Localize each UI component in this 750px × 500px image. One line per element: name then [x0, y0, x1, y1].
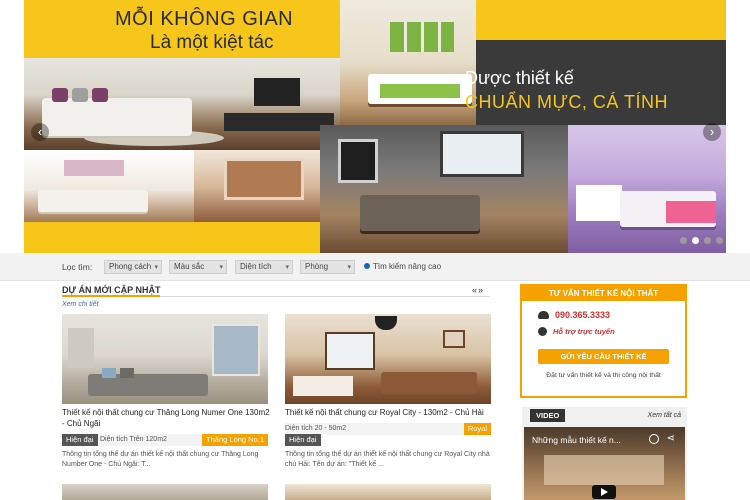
style-badge[interactable]: Hiện đại [285, 434, 321, 446]
advanced-search-link[interactable]: Tìm kiếm nâng cao [364, 262, 441, 271]
slider-dots [680, 237, 723, 244]
filter-select-room[interactable]: Phòng ▾ [300, 260, 355, 274]
hero-accent-strip [476, 0, 726, 40]
filter-select-style[interactable]: Phong cách ▾ [104, 260, 162, 274]
slider-dot[interactable] [716, 237, 723, 244]
project-card[interactable]: Thiết kế nội thất chung cư Royal City - … [285, 314, 491, 474]
consult-title: TƯ VẤN THIẾT KẾ NỘI THẤT [522, 286, 685, 301]
project-meta: Hiện đại Diện tích Trên 120m2 Thăng Long… [62, 434, 268, 446]
filter-label: Lọc tìm: [62, 262, 93, 272]
style-badge[interactable]: Hiện đại [62, 434, 98, 446]
project-title[interactable]: Thiết kế nội thất chung cư Thăng Long Nu… [62, 407, 272, 429]
area-text: Diện tích Trên 120m2 [100, 436, 167, 443]
project-title[interactable]: Thiết kế nội thất chung cư Royal City - … [285, 407, 495, 418]
project-thumbnail-next[interactable] [285, 484, 491, 500]
project-card[interactable]: Thiết kế nội thất chung cư Thăng Long Nu… [62, 314, 270, 474]
caret-down-icon: ▾ [285, 264, 289, 271]
hero-photo-living-white [24, 150, 194, 222]
hero-tagline: Được thiết kế [465, 68, 574, 88]
video-box: VIDEO Xem tất cả Những mẫu thiết kế n...… [522, 407, 687, 500]
caret-down-icon: ▾ [347, 264, 351, 271]
bullet-icon [364, 263, 370, 269]
filter-select-value: Phong cách [109, 262, 152, 271]
phone-icon [538, 311, 549, 319]
project-badge[interactable]: Thăng Long No.1 [202, 434, 268, 446]
chevron-left-icon[interactable]: ‹ [31, 123, 49, 141]
project-thumbnail[interactable] [62, 314, 268, 404]
hero-slider[interactable] [24, 0, 726, 253]
hero-subheadline: Là một kiệt tác [150, 32, 274, 53]
support-label[interactable]: Hỗ trợ trực tuyến [553, 327, 615, 336]
hero-tagline-highlight: CHUẨN MỰC, CÁ TÍNH [465, 92, 669, 112]
hero-photo-bedroom-purple [568, 125, 726, 253]
filter-select-value: Màu sắc [174, 262, 205, 271]
filter-select-value: Phòng [305, 262, 329, 271]
project-description: Thông tin tổng thể dự án thiết kế nội th… [285, 451, 490, 468]
caret-down-icon: ▾ [154, 264, 158, 271]
section-divider-accent [62, 295, 160, 297]
filter-bar: Lọc tìm: Phong cách ▾ Màu sắc ▾ Diện tíc… [0, 253, 750, 281]
skype-icon [538, 327, 547, 336]
request-design-button[interactable]: GỬI YÊU CẦU THIẾT KẾ [538, 349, 669, 364]
video-view-all-link[interactable]: Xem tất cả [648, 412, 681, 419]
project-thumbnail-next[interactable] [62, 484, 268, 500]
hero-photo-living-room [24, 58, 340, 150]
slider-dot[interactable] [704, 237, 711, 244]
chevron-right-icon[interactable]: › [703, 123, 721, 141]
project-meta-row: Hiện đại [285, 434, 491, 446]
video-tab[interactable]: VIDEO [530, 409, 566, 422]
caret-down-icon: ▾ [219, 264, 223, 271]
filter-select-color[interactable]: Màu sắc ▾ [169, 260, 227, 274]
filter-select-value: Diện tích [240, 262, 272, 271]
filter-select-area[interactable]: Diện tích ▾ [235, 260, 293, 274]
watch-later-icon[interactable] [649, 434, 659, 444]
page: MỖI KHÔNG GIAN Là một kiệt tác Được thiế… [0, 0, 750, 500]
slider-dot[interactable] [680, 237, 687, 244]
hero-headline: MỖI KHÔNG GIAN [115, 8, 294, 30]
view-all-link[interactable]: Xem chi tiết [62, 301, 99, 308]
carousel-arrows[interactable]: «» [472, 285, 484, 295]
consult-note: Đặt tư vấn thiết kế và thi công nội thất [546, 372, 661, 379]
share-icon[interactable]: ⋖ [667, 433, 675, 444]
project-thumbnail[interactable] [285, 314, 491, 404]
consult-box: TƯ VẤN THIẾT KẾ NỘI THẤT 090.365.3333 Hỗ… [520, 284, 687, 398]
section-title: DỰ ÁN MỚI CẬP NHẬT [62, 285, 161, 295]
slider-dot[interactable] [692, 237, 699, 244]
support-row[interactable]: Hỗ trợ trực tuyến [538, 327, 615, 336]
advanced-search-label: Tìm kiếm nâng cao [373, 262, 442, 271]
hero-photo-bedroom-gray [320, 125, 568, 253]
phone-number[interactable]: 090.365.3333 [555, 310, 610, 320]
hero-photo-living-wood [194, 150, 340, 222]
video-title[interactable]: Những mẫu thiết kế n... [532, 435, 621, 445]
phone-row[interactable]: 090.365.3333 [538, 310, 610, 320]
area-text: Diện tích 20 - 50m2 [285, 425, 347, 432]
video-player[interactable]: Những mẫu thiết kế n... ⋖ [524, 427, 685, 500]
play-icon[interactable] [592, 485, 616, 499]
project-description: Thông tin tổng thể dự án thiết kế nội th… [62, 451, 259, 468]
